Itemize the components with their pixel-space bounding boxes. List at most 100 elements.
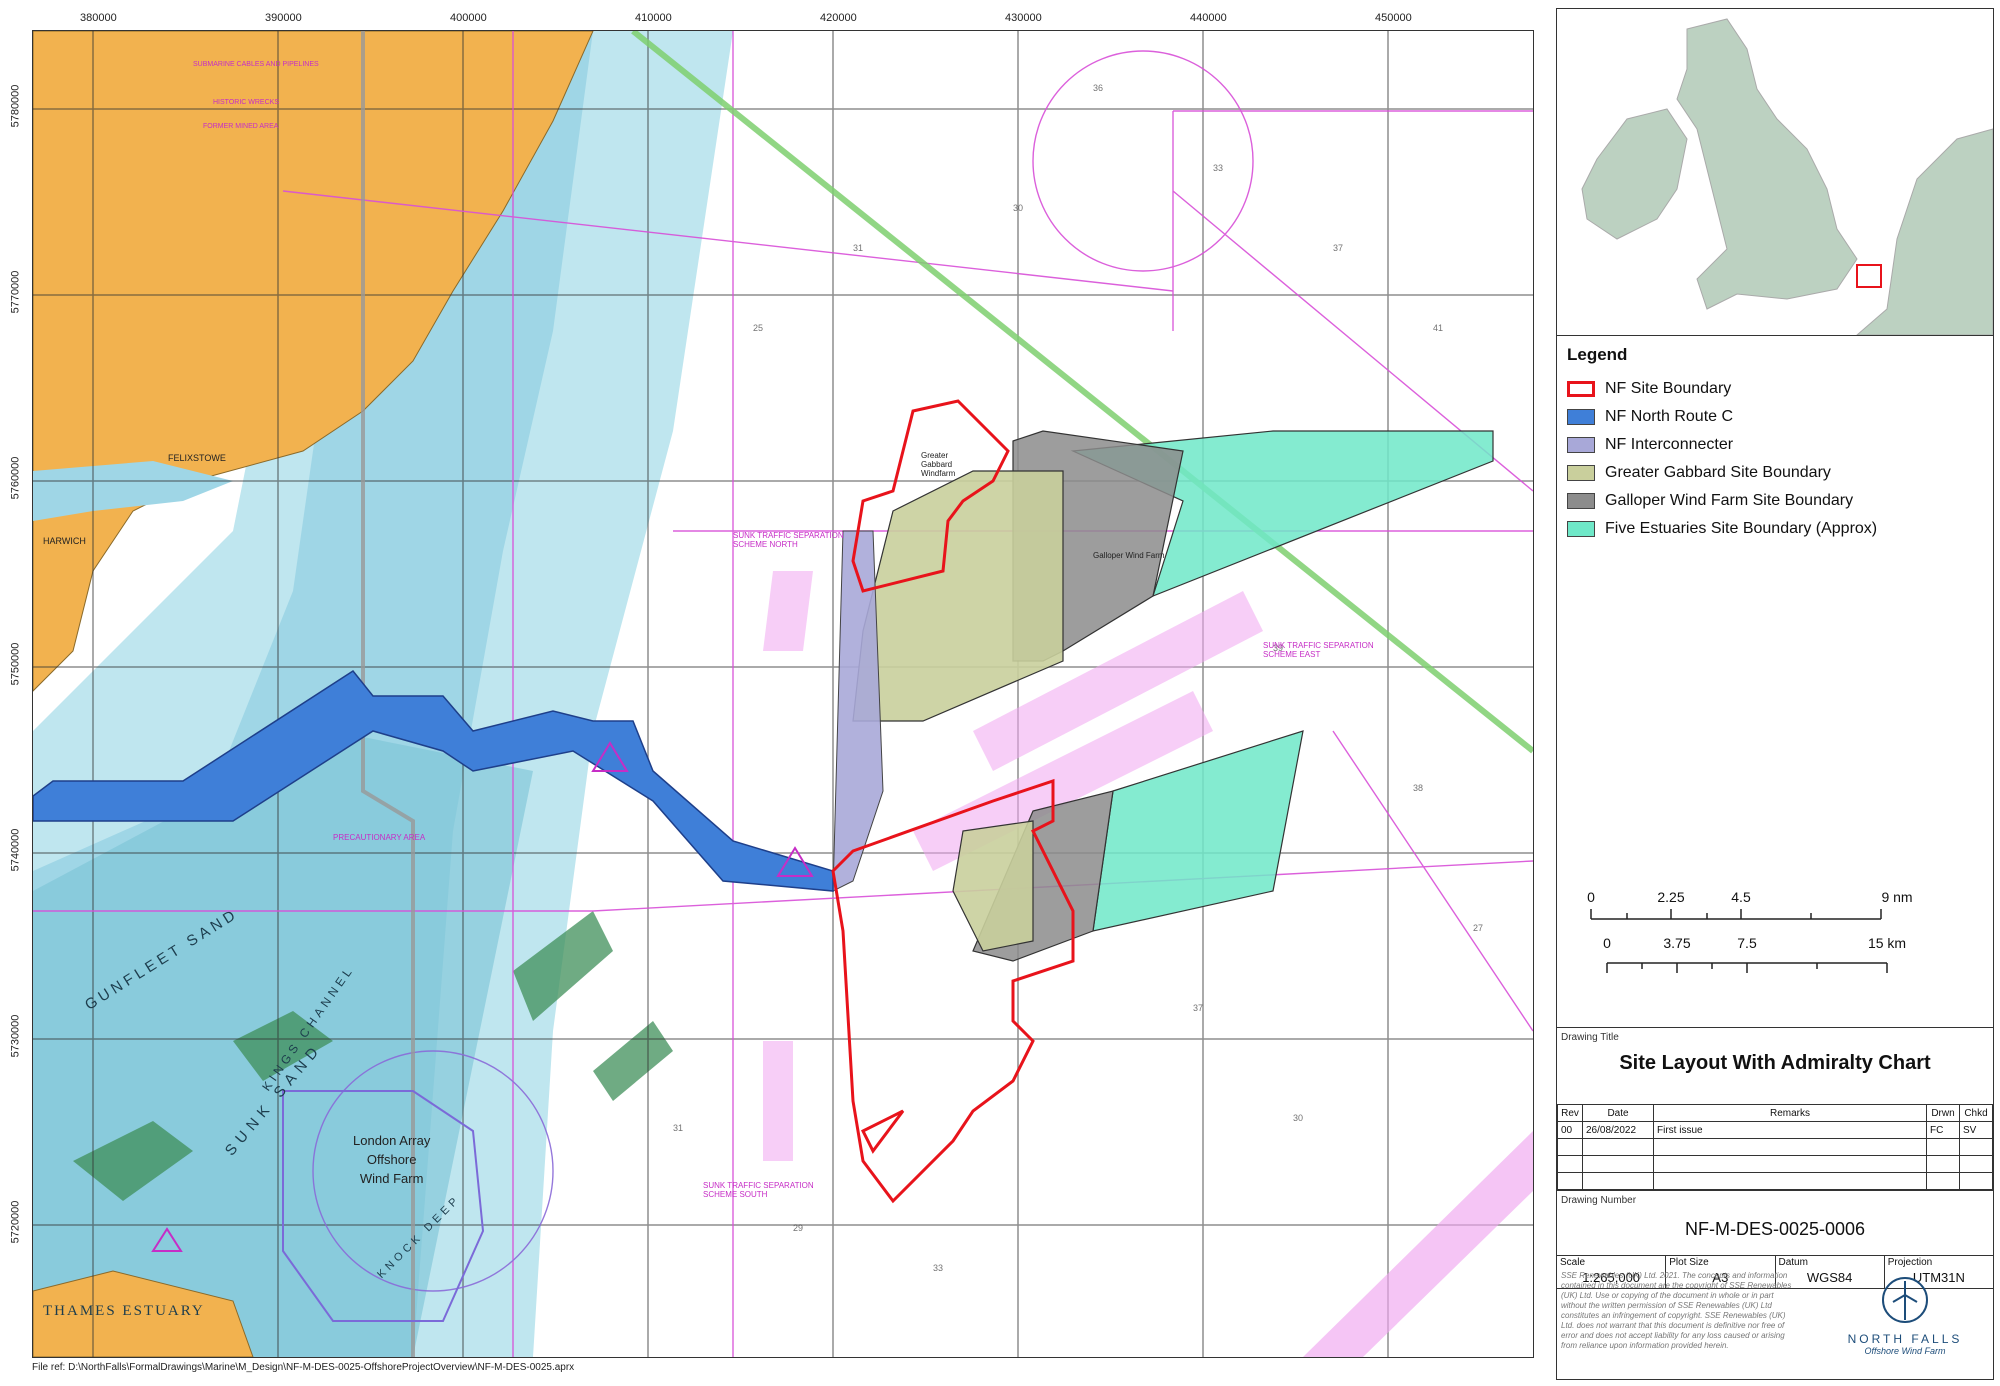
scale-km-1: 3.75 [1663,935,1691,951]
side-panel: Legend NF Site Boundary NF North Route C… [1556,8,1994,1380]
location-inset-map [1557,9,1993,336]
northing-label-6: 5730000 [9,1014,22,1058]
drawing-title-label: Drawing Title [1561,1032,1619,1043]
label-thames-estuary: THAMES ESTUARY [43,1303,205,1319]
empty-cell [1557,1155,1583,1173]
scale-km-3: 15 km [1867,935,1907,951]
drawing-title: Site Layout With Admiralty Chart [1619,1052,1931,1074]
legend-label: Five Estuaries Site Boundary (Approx) [1605,520,1878,537]
scale-km-0: 0 [1603,935,1611,951]
table-row [1557,1138,1993,1156]
label-sunk-tss-south: SUNK TRAFFIC SEPARATION SCHEME SOUTH [703,1181,814,1199]
svg-text:29: 29 [793,1223,803,1233]
scale-bar: 0 2.25 4.5 9 nm 0 3.75 7.5 15 km [1577,889,1977,979]
label-harwich: HARWICH [43,536,86,546]
table-row [1557,1155,1993,1173]
easting-label-8: 450000 [1375,12,1412,24]
galloper-swatch [1567,493,1595,509]
scale-bar-lines [1590,909,1888,973]
svg-text:30: 30 [1013,203,1023,213]
tss-southwest-zone [763,1041,793,1161]
legend-item-greater-gabbard: Greater Gabbard Site Boundary [1567,459,1987,487]
greater-gabbard-swatch [1567,465,1595,481]
file-reference: File ref: D:\NorthFalls\FormalDrawings\M… [32,1362,575,1373]
chkd-cell: SV [1959,1121,1993,1139]
legend-item-five-estuaries: Five Estuaries Site Boundary (Approx) [1567,515,1987,543]
svg-text:36: 36 [1093,83,1103,93]
label-galloper: Galloper Wind Farm [1093,551,1165,560]
northing-label-3: 5760000 [9,456,22,500]
svg-text:30: 30 [1293,1113,1303,1123]
rev-cell: 00 [1557,1121,1583,1139]
legend-item-nf-site-boundary: NF Site Boundary [1567,375,1987,403]
empty-cell [1959,1138,1993,1156]
svg-text:37: 37 [1193,1003,1203,1013]
easting-label-3: 400000 [450,12,487,24]
nf-site-boundary-swatch [1567,381,1595,397]
empty-cell [1557,1138,1583,1156]
remarks-header: Remarks [1653,1104,1927,1122]
chart-map[interactable]: 36 33 37 41 39 38 37 30 33 29 31 27 25 31 30 HARWI… [32,30,1534,1358]
title-block: Drawing Title Site Layout With Admiralty… [1557,1027,1993,1289]
empty-cell [1926,1155,1960,1173]
empty-cell [1582,1155,1654,1173]
empty-cell [1926,1172,1960,1190]
drawing-title-box: Drawing Title Site Layout With Admiralty… [1557,1027,1993,1104]
northing-label-2: 5770000 [9,270,22,314]
easting-label-4: 410000 [635,12,672,24]
projection-label: Projection [1887,1257,1933,1268]
copyright-notice: SSE Renewables (UK) Ltd. 2021. The conce… [1561,1271,1792,1350]
label-historic-wrecks: HISTORIC WRECKS [213,99,279,106]
legend-item-nf-interconnecter: NF Interconnecter [1567,431,1987,459]
northing-label-5: 5740000 [9,828,22,872]
logo-name: NORTH FALLS [1847,1332,1963,1346]
date-header: Date [1582,1104,1654,1122]
chart-svg: 363337 413938 373033 293127 253130 [33,31,1533,1357]
easting-label-7: 440000 [1190,12,1227,24]
svg-text:41: 41 [1433,323,1443,333]
empty-cell [1959,1172,1993,1190]
label-sunk-tss-north: SUNK TRAFFIC SEPARATION SCHEME NORTH [733,531,844,549]
drawing-number: NF-M-DES-0025-0006 [1684,1219,1866,1239]
remarks-cell: First issue [1653,1121,1927,1139]
legend-label: NF Interconnecter [1605,436,1734,453]
empty-cell [1557,1172,1583,1190]
svg-text:31: 31 [853,243,863,253]
nf-interconnecter-swatch [1567,437,1595,453]
drawing-number-label: Drawing Number [1561,1195,1637,1206]
drawing-number-box: Drawing Number NF-M-DES-0025-0006 [1557,1190,1993,1256]
label-former-mined-area: FORMER MINED AREA [203,123,279,130]
label-greater-gabbard: Greater Gabbard Windfarm [921,451,956,478]
empty-cell [1653,1155,1927,1173]
empty-cell [1926,1138,1960,1156]
svg-text:37: 37 [1333,243,1343,253]
label-submarine-cables: SUBMARINE CABLES AND PIPELINES [193,61,319,68]
svg-text:31: 31 [673,1123,683,1133]
legend: Legend NF Site Boundary NF North Route C… [1567,345,1987,543]
svg-text:27: 27 [1473,923,1483,933]
legend-item-galloper: Galloper Wind Farm Site Boundary [1567,487,1987,515]
turbine-logo-icon [1882,1277,1928,1323]
legend-label: NF North Route C [1605,408,1734,425]
nf-north-route-c-swatch [1567,409,1595,425]
label-precautionary-area: PRECAUTIONARY AREA [333,833,426,842]
legend-item-nf-north-route-c: NF North Route C [1567,403,1987,431]
north-falls-logo: NORTH FALLS Offshore Wind Farm [1825,1275,1985,1356]
empty-cell [1653,1138,1927,1156]
logo-subtitle: Offshore Wind Farm [1864,1346,1946,1356]
legend-label: NF Site Boundary [1605,380,1732,397]
legend-label: Galloper Wind Farm Site Boundary [1605,492,1854,509]
five-estuaries-swatch [1567,521,1595,537]
revision-table: Rev Date Remarks Drwn Chkd 00 26/08/2022… [1557,1104,1993,1190]
date-cell: 26/08/2022 [1582,1121,1654,1139]
northing-label-4: 5750000 [9,642,22,686]
legend-title: Legend [1567,345,1628,364]
northing-label-7: 5720000 [9,1200,22,1244]
drwn-cell: FC [1926,1121,1960,1139]
revision-header-row: Rev Date Remarks Drwn Chkd [1557,1104,1993,1122]
plot-size-label: Plot Size [1669,1257,1709,1268]
label-london-array: London Array Offshore Wind Farm [353,1133,431,1186]
svg-text:33: 33 [933,1263,943,1273]
label-felixstowe: FELIXSTOWE [168,453,226,463]
svg-text:33: 33 [1213,163,1223,173]
